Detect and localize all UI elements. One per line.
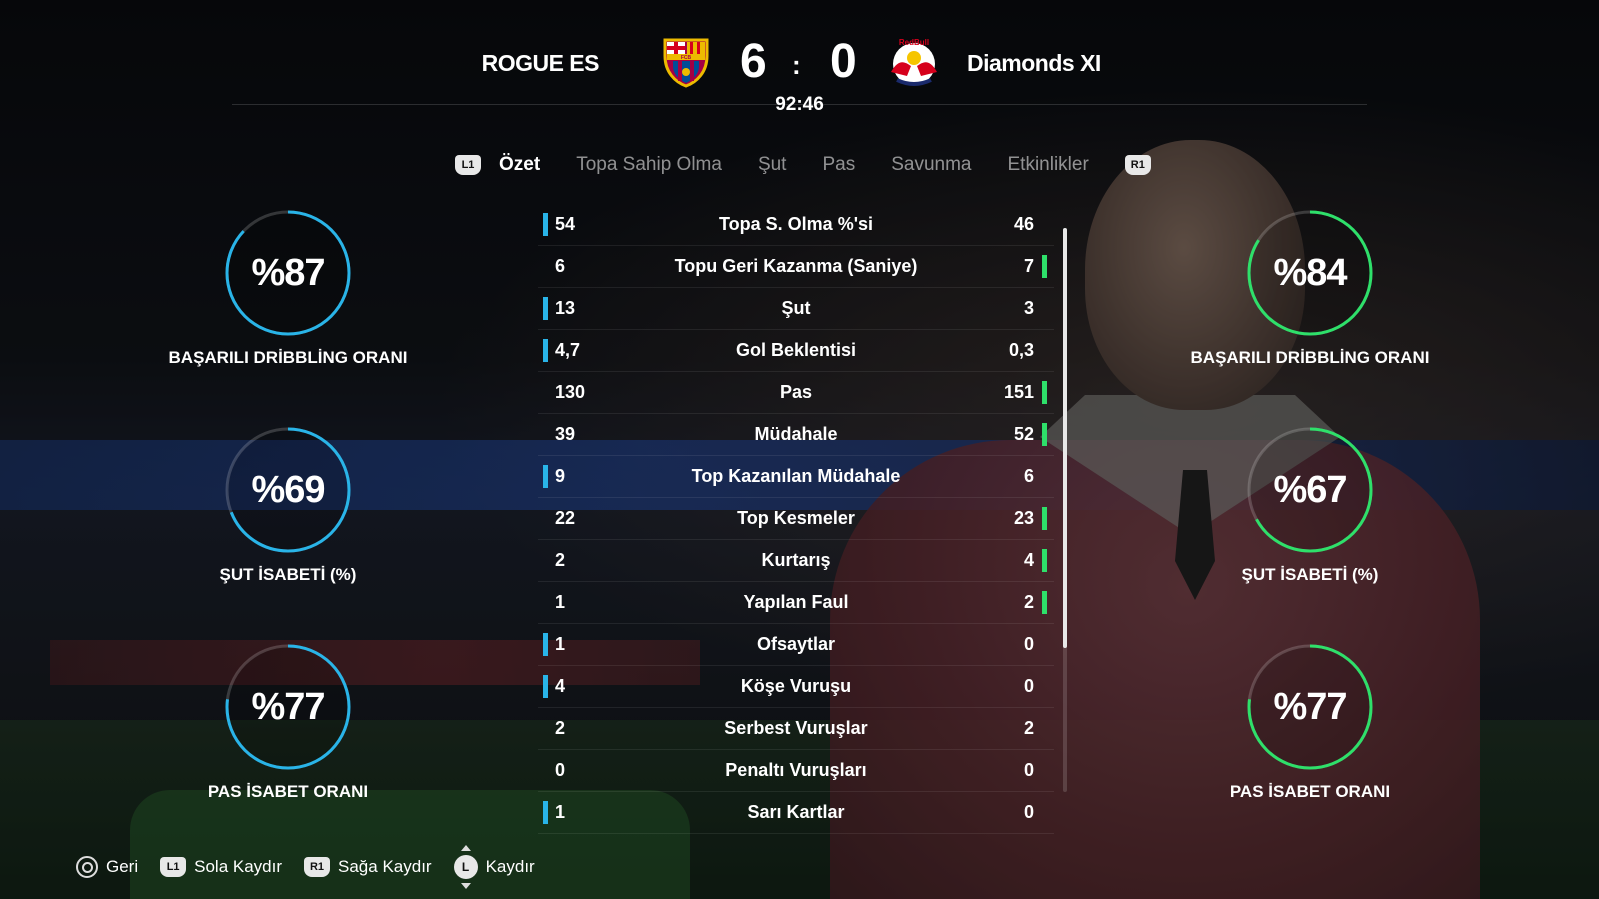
stat-label: Penaltı Vuruşları bbox=[725, 760, 867, 780]
tab-ozet[interactable]: Özet bbox=[499, 154, 540, 176]
stat-row: 22 Top Kesmeler 23 bbox=[538, 498, 1054, 540]
scroll-left-control[interactable]: L1 Sola Kaydır bbox=[160, 857, 282, 877]
stat-label: Kurtarış bbox=[761, 550, 831, 570]
home-dribbling-percent: %87 bbox=[251, 251, 325, 294]
away-team-crest: RedBull bbox=[887, 36, 937, 88]
stat-row: 1 Ofsaytlar 0 bbox=[538, 624, 1054, 666]
stat-row: 1 Sarı Kartlar 0 bbox=[538, 792, 1054, 834]
home-shot-accuracy-ring: %69 bbox=[223, 425, 353, 555]
stat-away-value: 4 bbox=[1023, 550, 1034, 570]
stat-label: Topa S. Olma %'si bbox=[719, 214, 873, 234]
stat-away-value: 151 bbox=[1003, 382, 1034, 402]
away-team-name: Diamonds XI bbox=[967, 50, 1101, 76]
home-score: 6 bbox=[740, 35, 767, 88]
score-separator: : bbox=[792, 50, 801, 80]
stat-row: 2 Kurtarış 4 bbox=[538, 540, 1054, 582]
tab-topa-sahip-olma[interactable]: Topa Sahip Olma bbox=[576, 154, 722, 176]
stat-label: Ofsaytlar bbox=[756, 634, 836, 654]
stat-label: Köşe Vuruşu bbox=[740, 676, 852, 696]
stat-label: Top Kazanılan Müdahale bbox=[691, 466, 901, 486]
stat-label: Top Kesmeler bbox=[737, 508, 855, 528]
stat-away-value: 0 bbox=[1023, 760, 1034, 780]
stat-label: Müdahale bbox=[754, 424, 838, 444]
stat-away-value: 23 bbox=[1013, 508, 1034, 528]
circle-button-icon bbox=[76, 856, 98, 878]
home-crest-text: FCB bbox=[681, 55, 692, 61]
away-pass-accuracy-label: PAS İSABET ORANI bbox=[1229, 782, 1391, 801]
home-team-crest: FCB bbox=[661, 36, 711, 88]
home-pass-accuracy-percent: %77 bbox=[251, 685, 325, 728]
scroll-left-label: Sola Kaydır bbox=[194, 857, 283, 876]
stat-label: Gol Beklentisi bbox=[735, 340, 857, 360]
away-shot-accuracy-percent: %67 bbox=[1273, 468, 1347, 511]
back-label: Geri bbox=[106, 857, 139, 876]
home-dribbling-ring: %87 bbox=[223, 208, 353, 338]
l1-footer-icon: L1 bbox=[160, 857, 187, 877]
stat-row: 13 Şut 3 bbox=[538, 288, 1054, 330]
controls-footer: Geri L1 Sola Kaydır R1 Sağa Kaydır L Kay… bbox=[76, 845, 557, 889]
stat-label: Şut bbox=[781, 298, 811, 318]
match-clock: 92:46 bbox=[775, 94, 824, 115]
home-pass-accuracy-label: PAS İSABET ORANI bbox=[207, 782, 369, 801]
away-dribbling-percent: %84 bbox=[1273, 251, 1347, 294]
scroll-control[interactable]: L Kaydır bbox=[453, 845, 535, 889]
away-pass-accuracy-ring: %77 bbox=[1245, 642, 1375, 772]
away-dribbling-ring: %84 bbox=[1245, 208, 1375, 338]
stat-away-value: 0 bbox=[1023, 802, 1034, 822]
stat-label: Pas bbox=[779, 382, 813, 402]
stat-away-value: 46 bbox=[1013, 214, 1034, 234]
stat-row: 4 Köşe Vuruşu 0 bbox=[538, 666, 1054, 708]
scroll-right-control[interactable]: R1 Sağa Kaydır bbox=[304, 857, 432, 877]
stat-row: 6 Topu Geri Kazanma (Saniye) 7 bbox=[538, 246, 1054, 288]
stat-away-value: 2 bbox=[1023, 592, 1034, 612]
tab-savunma[interactable]: Savunma bbox=[891, 154, 971, 176]
back-control[interactable]: Geri bbox=[76, 856, 138, 878]
stat-label: Sarı Kartlar bbox=[747, 802, 845, 822]
away-shot-accuracy-ring: %67 bbox=[1245, 425, 1375, 555]
stat-away-value: 6 bbox=[1023, 466, 1034, 486]
tab-etkinlikler[interactable]: Etkinlikler bbox=[1008, 154, 1089, 176]
r1-footer-icon: R1 bbox=[304, 857, 331, 877]
stat-row: 2 Serbest Vuruşlar 2 bbox=[538, 708, 1054, 750]
stat-row: 9 Top Kazanılan Müdahale 6 bbox=[538, 456, 1054, 498]
stat-away-value: 0 bbox=[1023, 676, 1034, 696]
away-shot-accuracy-label: ŞUT İSABETİ (%) bbox=[1241, 565, 1379, 584]
away-pass-accuracy-percent: %77 bbox=[1273, 685, 1347, 728]
stats-scrollbar-thumb[interactable] bbox=[1063, 228, 1067, 648]
stat-away-value: 3 bbox=[1023, 298, 1034, 318]
home-pass-accuracy-ring: %77 bbox=[223, 642, 353, 772]
stats-table[interactable]: 54 Topa S. Olma %'si 46 6 Topu Geri Kazanma … bbox=[538, 204, 1054, 834]
stat-row: 130 Pas 151 bbox=[538, 372, 1054, 414]
away-score: 0 bbox=[830, 35, 857, 88]
home-dribbling-label: BAŞARILI DRİBBLİNG ORANI bbox=[168, 348, 408, 367]
away-crest-text: RedBull bbox=[899, 38, 929, 47]
stat-row: 54 Topa S. Olma %'si 46 bbox=[538, 204, 1054, 246]
stat-row: 4,7 Gol Beklentisi 0,3 bbox=[538, 330, 1054, 372]
stat-row: 39 Müdahale 52 bbox=[538, 414, 1054, 456]
stat-label: Topu Geri Kazanma (Saniye) bbox=[674, 256, 918, 276]
stat-away-value: 0 bbox=[1023, 634, 1034, 654]
away-dribbling-label: BAŞARILI DRİBBLİNG ORANI bbox=[1190, 348, 1430, 367]
scroll-right-label: Sağa Kaydır bbox=[338, 857, 432, 876]
scroll-label: Kaydır bbox=[485, 857, 535, 876]
stat-label: Yapılan Faul bbox=[743, 592, 849, 612]
tab-sut[interactable]: Şut bbox=[758, 154, 787, 176]
stat-away-value: 52 bbox=[1013, 424, 1034, 444]
stat-row: 0 Penaltı Vuruşları 0 bbox=[538, 750, 1054, 792]
stat-label: Serbest Vuruşlar bbox=[724, 718, 868, 738]
left-stick-icon: L bbox=[453, 845, 478, 889]
home-shot-accuracy-label: ŞUT İSABETİ (%) bbox=[219, 565, 357, 584]
stats-tab-bar: L1 Özet Topa Sahip Olma Şut Pas Savunma … bbox=[455, 150, 1151, 180]
stat-away-value: 7 bbox=[1023, 256, 1034, 276]
stat-row: 1 Yapılan Faul 2 bbox=[538, 582, 1054, 624]
r1-button-icon[interactable]: R1 bbox=[1124, 155, 1151, 175]
stat-away-value: 2 bbox=[1023, 718, 1034, 738]
l1-button-icon[interactable]: L1 bbox=[455, 155, 481, 175]
stat-away-value: 0,3 bbox=[1008, 340, 1034, 360]
home-shot-accuracy-percent: %69 bbox=[251, 468, 325, 511]
tab-pas[interactable]: Pas bbox=[822, 154, 855, 176]
home-team-name: ROGUE ES bbox=[481, 50, 600, 76]
